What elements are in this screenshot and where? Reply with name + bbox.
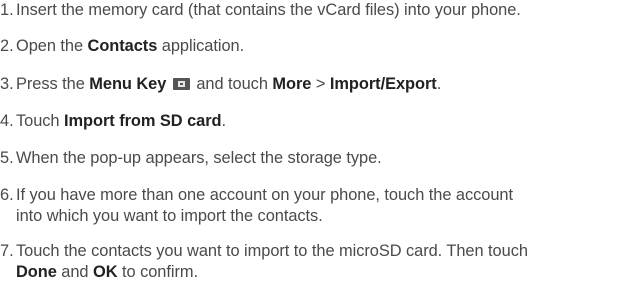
step-text: Touch the contacts you want to import to…: [16, 242, 528, 260]
step-number: 6.: [0, 186, 14, 204]
key-term: Done: [16, 263, 57, 281]
key-term: Import/Export: [329, 75, 437, 93]
key-term: More: [272, 75, 312, 93]
step-text-line: into which you want to import the contac…: [0, 206, 628, 227]
step-3: 3. Press the Menu Key and touch More > Im…: [0, 74, 628, 95]
key-term: Contacts: [87, 37, 158, 55]
step-text: and touch: [191, 75, 273, 93]
step-text-line: Touch the contacts you want to import to…: [16, 242, 528, 260]
step-text: Insert the memory card (that contains th…: [16, 1, 521, 19]
step-4: 4. Touch Import from SD card.: [0, 111, 628, 132]
step-1: 1. Insert the memory card (that contains …: [0, 0, 628, 21]
menu-key-icon: [172, 78, 190, 90]
step-text: to confirm.: [117, 263, 198, 281]
step-text-line: Touch Import from SD card.: [16, 112, 226, 130]
step-text: >: [311, 75, 330, 93]
step-5: 5. When the pop-up appears, select the st…: [0, 148, 628, 169]
step-text-line: Press the Menu Key and touch More > Impo…: [16, 75, 441, 93]
step-text: application.: [157, 37, 245, 55]
key-term: Import from SD card: [64, 112, 222, 130]
key-term: OK: [93, 263, 118, 281]
step-text: Press the: [16, 75, 90, 93]
step-number: 3.: [0, 75, 14, 93]
step-number: 7.: [0, 242, 14, 260]
step-7: 7. Touch the contacts you want to import …: [0, 241, 628, 283]
step-number: 4.: [0, 112, 14, 130]
step-text-line: Open the Contacts application.: [16, 37, 244, 55]
step-6: 6. If you have more than one account on y…: [0, 185, 628, 227]
step-text-line: Insert the memory card (that contains th…: [16, 1, 521, 19]
step-text: When the pop-up appears, select the stor…: [16, 149, 382, 167]
step-text-line: When the pop-up appears, select the stor…: [16, 149, 382, 167]
step-number: 1.: [0, 1, 14, 19]
step-number: 2.: [0, 37, 14, 55]
step-text: If you have more than one account on you…: [16, 186, 513, 204]
step-text: [166, 75, 171, 93]
step-text: Open the: [16, 37, 88, 55]
step-text: .: [221, 112, 227, 130]
step-text: .: [436, 75, 442, 93]
step-2: 2. Open the Contacts application.: [0, 36, 628, 57]
step-text-line: If you have more than one account on you…: [16, 186, 513, 204]
import-steps-list: 1. Insert the memory card (that contains …: [0, 0, 628, 281]
key-term: Menu Key: [89, 75, 167, 93]
step-text: into which you want to import the contac…: [16, 207, 323, 225]
step-text-line: Done and OK to confirm.: [0, 262, 628, 283]
step-text: Touch: [16, 112, 64, 130]
step-number: 5.: [0, 149, 14, 167]
step-text: and: [56, 263, 93, 281]
